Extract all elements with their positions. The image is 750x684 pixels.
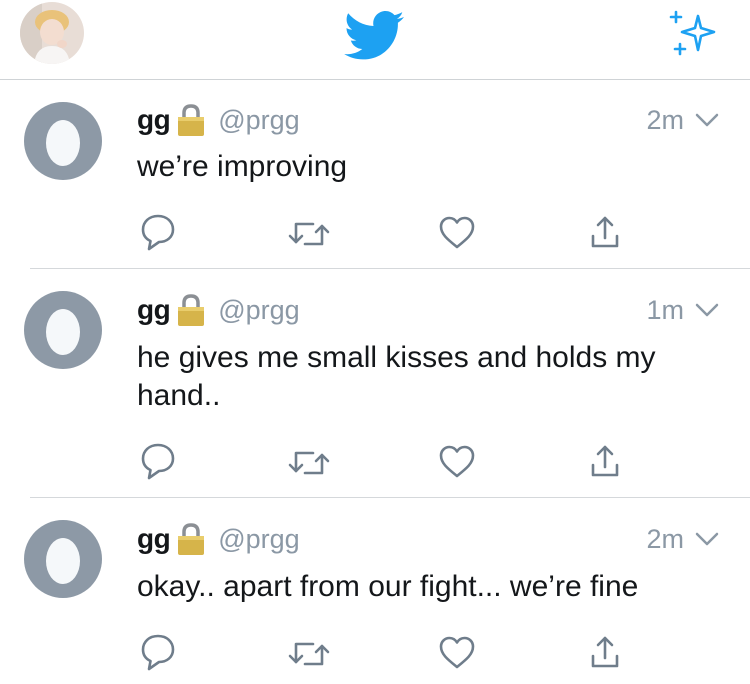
default-egg-avatar[interactable] [24,291,102,369]
chevron-down-icon[interactable] [694,531,720,547]
share-icon[interactable] [585,632,625,672]
lock-icon [178,523,205,555]
twitter-bird-logo[interactable] [343,11,405,61]
display-name[interactable]: gg [137,523,171,555]
user-handle[interactable]: @prgg [218,524,299,555]
user-handle[interactable]: @prgg [218,295,299,326]
default-egg-avatar[interactable] [24,102,102,180]
top-header [0,0,750,80]
reply-icon[interactable] [138,211,178,251]
display-name[interactable]: gg [137,294,171,326]
tweet-author: gg @prgg [137,103,300,137]
tweet[interactable]: gg @prgg 2m okay.. apart from our fight.… [0,498,750,684]
tweet-text: he gives me small kisses and holds my ha… [137,341,656,412]
display-name[interactable]: gg [137,104,171,136]
reply-icon[interactable] [138,440,178,480]
retweet-icon[interactable] [287,634,331,674]
tweet-text: we’re improving [137,150,348,183]
timestamp: 2m [646,523,684,554]
reply-icon[interactable] [138,631,178,671]
retweet-icon[interactable] [287,214,331,254]
chevron-down-icon[interactable] [694,112,720,128]
share-icon[interactable] [585,441,625,481]
tweet[interactable]: gg @prgg 2m we’re improving [0,80,750,269]
retweet-icon[interactable] [287,443,331,483]
tweet-author: gg @prgg [137,293,300,327]
default-egg-avatar[interactable] [24,520,102,598]
like-icon[interactable] [437,213,477,253]
lock-icon [178,294,205,326]
sparkle-icon[interactable] [668,8,720,58]
timestamp: 1m [646,294,684,325]
timestamp: 2m [646,104,684,135]
share-icon[interactable] [585,212,625,252]
chevron-down-icon[interactable] [694,302,720,318]
like-icon[interactable] [437,633,477,673]
user-handle[interactable]: @prgg [218,105,299,136]
tweet-text: okay.. apart from our fight... we’re fin… [137,570,639,603]
lock-icon [178,104,205,136]
tweet[interactable]: gg @prgg 1m he gives me small kisses and… [0,269,750,498]
tweet-author: gg @prgg [137,522,300,556]
like-icon[interactable] [437,442,477,482]
profile-avatar[interactable] [20,2,84,64]
